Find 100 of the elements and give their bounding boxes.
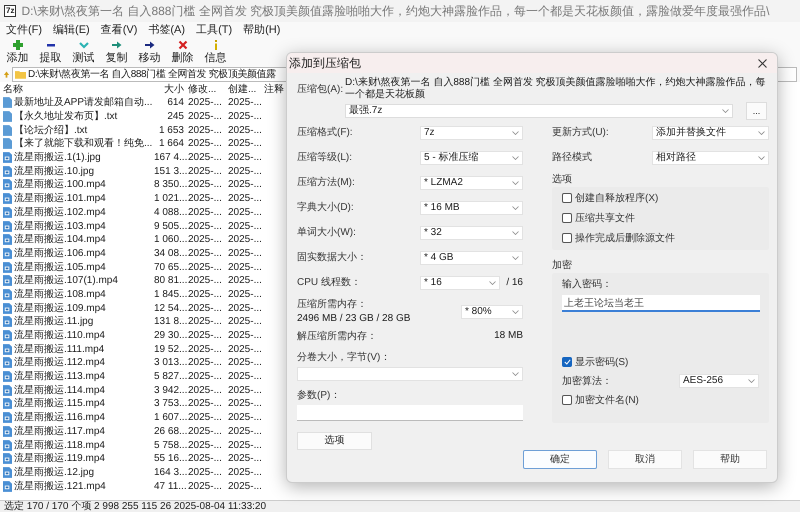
media-file-icon [3, 330, 12, 342]
chevron-down-icon [512, 310, 519, 314]
group-title: 加密 [552, 259, 572, 272]
file-name[interactable]: 流星雨搬运.101.mp4 [14, 192, 106, 206]
file-size: 245 [166, 110, 184, 124]
dropdown[interactable]: * 80% [461, 304, 523, 318]
window-title: D:\来财\熬夜第一名 自入888门槛 全网首发 究极顶美颜值露脸啪啪大作，约炮大神露脸作品，每一个都是天花板颜值，露脸做爱年度最强作品\ [21, 3, 770, 19]
column-header[interactable]: 名称 [0, 82, 154, 96]
dropdown[interactable]: * 4 GB [420, 250, 523, 264]
file-size: 131 8... [154, 315, 184, 328]
media-file-icon [3, 248, 12, 259]
menu-item[interactable]: 工具(T) [196, 23, 232, 37]
file-name[interactable]: 流星雨搬运.105.mp4 [14, 260, 106, 274]
file-name[interactable]: 流星雨搬运.10.jpg [14, 164, 94, 178]
checkbox-label: 创建自释放程序(X) [575, 192, 658, 204]
media-file-icon [3, 453, 12, 464]
combo-value: * LZMA2 [424, 176, 463, 188]
dropdown[interactable]: AES-256 [679, 374, 759, 388]
chevron-down-icon [758, 130, 765, 134]
dropdown[interactable]: * LZMA2 [420, 176, 523, 190]
file-date: 2025-... [227, 260, 263, 274]
menu-item[interactable]: 帮助(H) [243, 23, 280, 37]
file-size: 3 753... [154, 397, 184, 410]
file-name[interactable]: 流星雨搬运.11.jpg [14, 315, 94, 328]
dialog-title: 添加到压缩包 [289, 55, 361, 71]
file-name[interactable]: 最新地址及APP请发邮箱自动... [14, 96, 152, 110]
file-size: 614 [166, 96, 184, 110]
media-file-icon [3, 302, 12, 314]
file-name[interactable]: 流星雨搬运.117.mp4 [14, 424, 105, 438]
column-header[interactable]: 创建... [224, 82, 264, 96]
toolbar-button[interactable]: 提取 [34, 38, 67, 65]
file-name[interactable]: 流星雨搬运.1(1).jpg [14, 151, 101, 164]
file-name[interactable]: 流星雨搬运.111.mp4 [14, 342, 104, 356]
toolbar-button[interactable]: 移动 [133, 38, 166, 65]
checkbox[interactable] [562, 193, 572, 203]
dropdown[interactable]: * 16 [420, 276, 500, 290]
file-size: 3 942... [154, 384, 184, 397]
toolbar-button[interactable]: 信息 [199, 38, 232, 65]
password-field[interactable]: 上老王论坛当老王 [562, 295, 760, 312]
file-name[interactable]: 流星雨搬运.107(1).mp4 [14, 274, 118, 288]
dropdown[interactable]: 相对路径 [652, 150, 769, 164]
file-name[interactable]: 流星雨搬运.104.mp4 [14, 233, 106, 246]
dropdown[interactable]: 添加并替换文件 [652, 126, 769, 140]
toolbar-button[interactable]: 删除 [166, 38, 199, 65]
dropdown[interactable]: 5 - 标准压缩 [420, 150, 523, 164]
file-name[interactable]: 【来了就能下载和观看！纯免... [14, 137, 152, 150]
file-name[interactable]: 流星雨搬运.106.mp4 [14, 246, 106, 260]
file-name[interactable]: 【论坛介绍】.txt [14, 124, 88, 137]
field-label: 路径模式 [552, 151, 593, 164]
column-header[interactable]: 修改... [184, 82, 224, 96]
file-name[interactable]: 流星雨搬运.112.mp4 [14, 356, 105, 370]
file-name[interactable]: 流星雨搬运.109.mp4 [14, 302, 106, 315]
dialog-button[interactable]: 确定 [523, 450, 597, 469]
file-name[interactable]: 【永久地址发布页】.txt [14, 110, 118, 124]
file-name[interactable]: 流星雨搬运.121.mp4 [14, 480, 106, 493]
file-name[interactable]: 流星雨搬运.12.jpg [14, 466, 94, 479]
file-size: 12 54... [154, 302, 184, 315]
file-name[interactable]: 流星雨搬运.116.mp4 [14, 411, 105, 424]
dropdown[interactable]: * 32 [420, 226, 523, 240]
toolbar-button[interactable]: 测试 [67, 38, 100, 65]
group-title: 选项 [552, 173, 572, 186]
toolbar-button[interactable]: 添加 [1, 38, 34, 65]
field-label: 参数(P)： [297, 389, 340, 402]
file-name[interactable]: 流星雨搬运.100.mp4 [14, 178, 106, 192]
parameters-field[interactable] [297, 405, 523, 421]
dropdown[interactable]: 7z [420, 126, 523, 140]
combo-value: 5 - 标准压缩 [424, 152, 478, 164]
checkbox[interactable] [562, 357, 572, 367]
menu-item[interactable]: 编辑(E) [53, 23, 90, 37]
toolbar-button[interactable]: 复制 [100, 38, 133, 65]
checkbox[interactable] [562, 213, 572, 223]
checkbox[interactable] [562, 395, 572, 405]
column-header[interactable]: 注释 [264, 82, 284, 96]
file-name[interactable]: 流星雨搬运.113.mp4 [14, 370, 105, 384]
file-date: 2025-... [227, 178, 263, 192]
dropdown[interactable]: * 16 MB [420, 200, 523, 214]
field-label: 分卷大小，字节(V)： [297, 351, 390, 364]
file-size: 19 52... [154, 342, 184, 356]
menu-item[interactable]: 文件(F) [6, 23, 42, 37]
dialog-button[interactable]: 帮助 [693, 450, 767, 469]
file-name[interactable]: 流星雨搬运.102.mp4 [14, 206, 106, 219]
file-name[interactable]: 流星雨搬运.118.mp4 [14, 438, 105, 452]
menu-item[interactable]: 书签(A) [148, 23, 186, 37]
file-name[interactable]: 流星雨搬运.110.mp4 [14, 329, 105, 342]
menu-item[interactable]: 查看(V) [100, 23, 138, 37]
browse-button[interactable]: ... [746, 102, 767, 120]
options-button[interactable]: 选项 [297, 432, 372, 450]
column-header[interactable]: 大小 [154, 82, 184, 96]
file-date: 2025-... [227, 110, 263, 124]
checkbox[interactable] [562, 233, 572, 243]
file-name[interactable]: 流星雨搬运.108.mp4 [14, 288, 106, 301]
file-name[interactable]: 流星雨搬运.114.mp4 [14, 384, 105, 397]
folder-icon [15, 70, 26, 78]
file-name[interactable]: 流星雨搬运.115.mp4 [14, 397, 105, 410]
archive-name-combo[interactable]: 最强.7z [345, 104, 733, 118]
dialog-button[interactable]: 取消 [608, 450, 682, 469]
file-date: 2025-... [227, 137, 263, 150]
file-name[interactable]: 流星雨搬运.103.mp4 [14, 220, 106, 233]
file-name[interactable]: 流星雨搬运.119.mp4 [14, 452, 105, 466]
close-icon[interactable] [758, 58, 767, 68]
